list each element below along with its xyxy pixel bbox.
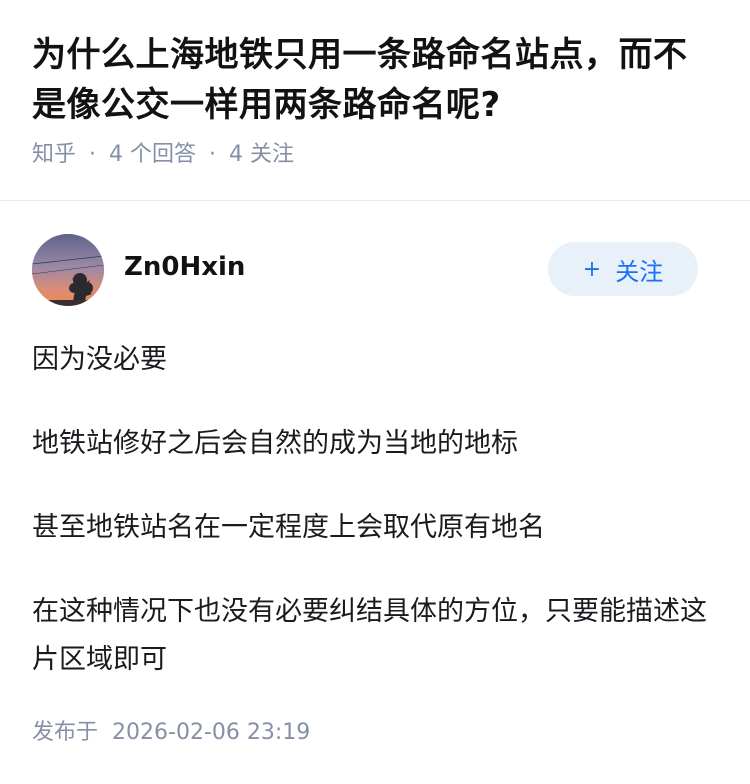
source-label[interactable]: 知乎 [32,140,76,170]
answer-paragraph: 在这种情况下也没有必要纠结具体的方位，只要能描述这片区域即可 [32,596,707,675]
question-meta: 知乎 · 4 个回答 · 4 关注 [32,140,718,170]
answer-paragraph: 因为没必要 [32,344,167,375]
follow-button[interactable]: + 关注 [548,242,698,296]
answer-paragraph: 地铁站修好之后会自然的成为当地的地标 [32,428,518,459]
avatar[interactable] [32,234,104,306]
answer-count[interactable]: 4 个回答 [109,140,196,170]
meta-separator: · [209,142,217,167]
sunset-tree-avatar-icon [32,234,104,306]
author-row: Zn0Hxin + 关注 [32,234,698,306]
section-divider [0,200,750,201]
author-name[interactable]: Zn0Hxin [124,250,245,284]
follower-count[interactable]: 4 关注 [229,140,294,170]
published-time: 2026-02-06 23:19 [112,720,311,745]
published-label: 发布于 [32,720,99,745]
question-header: 为什么上海地铁只用一条路命名站点，而不是像公交一样用两条路命名呢? 知乎 · 4… [0,0,750,170]
meta-separator: · [89,142,97,167]
publish-info: 发布于 2026-02-06 23:19 [32,716,310,750]
follow-button-label: 关注 [615,257,664,286]
answer-paragraph: 甚至地铁站名在一定程度上会取代原有地名 [32,512,545,543]
answer-body: 因为没必要 地铁站修好之后会自然的成为当地的地标 甚至地铁站名在一定程度上会取代… [32,336,710,720]
question-title[interactable]: 为什么上海地铁只用一条路命名站点，而不是像公交一样用两条路命名呢? [32,30,718,130]
plus-icon: + [582,256,602,282]
